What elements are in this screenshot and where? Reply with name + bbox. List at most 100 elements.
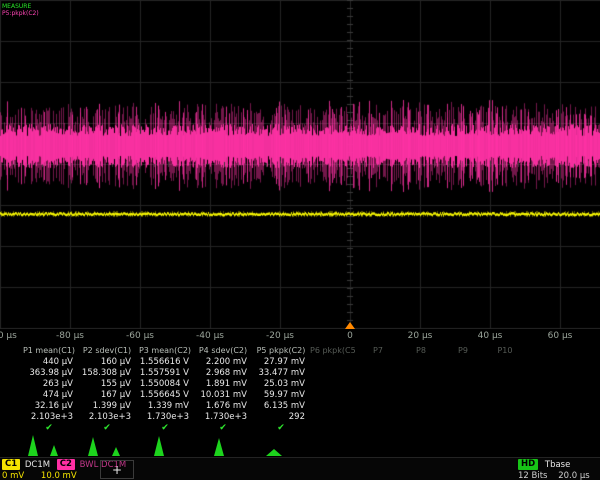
measure-row-2: 363.98 µV158.308 µV1.557591 V2.968 mV33.… <box>0 368 600 379</box>
measure-value: 1.730e+3 <box>194 412 252 423</box>
measure-header-row: P1 mean(C1)P2 sdev(C1)P3 mean(C2)P4 sdev… <box>0 345 600 357</box>
measure-row-label <box>0 401 20 412</box>
measure-value: 25.03 mV <box>252 379 310 390</box>
measure-value: 1.339 mV <box>136 401 194 412</box>
measure-value: 10.031 mV <box>194 390 252 401</box>
measurement-table: P1 mean(C1)P2 sdev(C1)P3 mean(C2)P4 sdev… <box>0 345 600 434</box>
measure-value: 33.477 mV <box>252 368 310 379</box>
measure-value <box>310 379 356 390</box>
measure-header-3[interactable]: P3 mean(C2) <box>136 345 194 357</box>
measure-status-check <box>442 423 484 434</box>
measure-row-label <box>0 390 20 401</box>
histicon-p1[interactable] <box>20 431 78 456</box>
status-bar: C1 DC1M C2 BWL DC1M 0 mV 10.0 mV + HD Tb… <box>0 457 600 480</box>
measure-value: 263 µV <box>20 379 78 390</box>
measure-value: 32.16 µV <box>20 401 78 412</box>
time-axis-tick: -100 µs <box>0 331 17 341</box>
measure-value <box>484 412 526 423</box>
measure-header-9[interactable]: P9 <box>442 345 484 357</box>
measure-value <box>400 379 442 390</box>
waveform-grid-canvas[interactable] <box>0 0 600 329</box>
time-axis-tick: -40 µs <box>196 331 224 341</box>
cursor-marker-box[interactable]: + <box>100 460 134 479</box>
hd-mode-badge[interactable]: HD <box>518 459 538 470</box>
measure-value <box>356 379 400 390</box>
measure-value: 59.97 mV <box>252 390 310 401</box>
measure-value: 1.676 mV <box>194 401 252 412</box>
measure-header-1[interactable]: P1 mean(C1) <box>20 345 78 357</box>
measure-value <box>442 390 484 401</box>
measure-value: 1.891 mV <box>194 379 252 390</box>
plus-cursor-icon: + <box>112 463 122 477</box>
measure-value <box>484 401 526 412</box>
measure-value <box>310 401 356 412</box>
measure-header-10[interactable]: P10 <box>484 345 526 357</box>
measure-value: 474 µV <box>20 390 78 401</box>
measure-value <box>310 412 356 423</box>
measure-header-2[interactable]: P2 sdev(C1) <box>78 345 136 357</box>
channel-c2-badge[interactable]: C2 <box>57 459 75 470</box>
measure-header-5[interactable]: P5 pkpk(C2) <box>252 345 310 357</box>
measure-value <box>356 390 400 401</box>
measure-value <box>484 379 526 390</box>
measure-value <box>400 357 442 368</box>
measure-header-7[interactable]: P7 <box>356 345 400 357</box>
measure-status-check <box>484 423 526 434</box>
measure-status-check <box>400 423 442 434</box>
time-axis-tick: 20 µs <box>408 331 433 341</box>
tbase-label: Tbase <box>545 460 570 470</box>
measure-label-col <box>0 345 20 357</box>
measure-value: 27.97 mV <box>252 357 310 368</box>
measure-value <box>484 368 526 379</box>
tbase-scale: 20.0 µs <box>558 471 589 480</box>
measure-value: 160 µV <box>78 357 136 368</box>
measure-value: 6.135 mV <box>252 401 310 412</box>
measure-value <box>400 390 442 401</box>
measure-header-4[interactable]: P4 sdev(C2) <box>194 345 252 357</box>
measure-value <box>442 368 484 379</box>
channel-c1-badge[interactable]: C1 <box>2 459 20 470</box>
time-axis: -100 µs-80 µs-60 µs-40 µs-20 µs020 µs40 … <box>0 330 600 344</box>
histicon-p5[interactable] <box>252 431 310 456</box>
measure-value: 1.557591 V <box>136 368 194 379</box>
c1-offset: 0 mV <box>2 471 24 480</box>
time-axis-tick: -60 µs <box>126 331 154 341</box>
measure-value <box>400 401 442 412</box>
measure-value: 167 µV <box>78 390 136 401</box>
measure-value: 2.103e+3 <box>78 412 136 423</box>
overlay-line-2: P5:pkpk(C2) <box>2 10 39 17</box>
measure-value <box>310 390 356 401</box>
measure-header-6[interactable]: P6 pkpk(C5) <box>310 345 356 357</box>
measure-value <box>356 412 400 423</box>
measure-row-4: 474 µV167 µV1.556645 V10.031 mV59.97 mV <box>0 390 600 401</box>
measure-value <box>484 357 526 368</box>
measure-value: 292 <box>252 412 310 423</box>
measure-header-8[interactable]: P8 <box>400 345 442 357</box>
hd-bits: 12 Bits <box>518 471 547 480</box>
measure-value <box>356 368 400 379</box>
trigger-position-marker[interactable] <box>345 322 355 329</box>
measure-value: 155 µV <box>78 379 136 390</box>
histicon-strip <box>20 431 310 456</box>
histicon-p2[interactable] <box>78 431 136 456</box>
measure-value <box>400 412 442 423</box>
time-axis-tick: 60 µs <box>548 331 573 341</box>
measure-value: 2.103e+3 <box>20 412 78 423</box>
measure-row-label <box>0 423 20 434</box>
measure-status-check <box>356 423 400 434</box>
measure-value: 2.200 mV <box>194 357 252 368</box>
time-axis-tick: -80 µs <box>56 331 84 341</box>
measure-row-1: 440 µV160 µV1.556616 V2.200 mV27.97 mV <box>0 357 600 368</box>
measure-value: 440 µV <box>20 357 78 368</box>
measure-status-check <box>310 423 356 434</box>
measure-row-label <box>0 412 20 423</box>
measure-row-label <box>0 368 20 379</box>
time-axis-tick: 40 µs <box>478 331 503 341</box>
measure-value <box>442 379 484 390</box>
histicon-p4[interactable] <box>194 431 252 456</box>
timebase-descriptor[interactable]: HD Tbase 12 Bits 20.0 µs <box>518 459 590 480</box>
measure-value: 1.399 µV <box>78 401 136 412</box>
histicon-p3[interactable] <box>136 431 194 456</box>
measure-row-3: 263 µV155 µV1.550084 V1.891 mV25.03 mV <box>0 379 600 390</box>
measure-value: 1.730e+3 <box>136 412 194 423</box>
